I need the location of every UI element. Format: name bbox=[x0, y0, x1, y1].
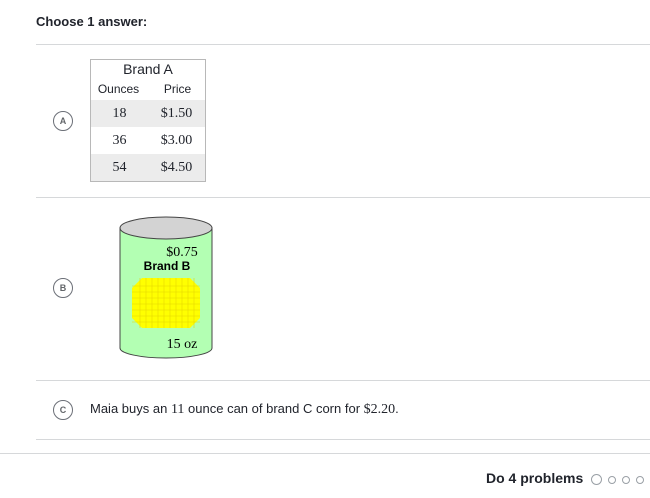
can-brand: Brand B bbox=[144, 259, 191, 273]
progress-dot-icon bbox=[636, 475, 644, 484]
choice-c-letter: C bbox=[59, 405, 67, 415]
choice-b-radio[interactable]: B bbox=[53, 278, 73, 298]
do-problems-label: Do 4 problems bbox=[486, 470, 584, 486]
answer-prompt: Choose 1 answer: bbox=[36, 14, 148, 29]
progress-dot-current-icon bbox=[591, 474, 602, 485]
table-cell: $4.50 bbox=[160, 159, 193, 175]
divider bbox=[36, 197, 650, 198]
brand-b-can-image: $0.75 Brand B 15 oz bbox=[119, 216, 213, 359]
progress-dots bbox=[591, 474, 644, 485]
choice-b-letter: B bbox=[59, 283, 67, 293]
table-caption: Brand A bbox=[123, 61, 173, 77]
can-price: $0.75 bbox=[166, 245, 198, 260]
choice-c-text-part: . bbox=[395, 401, 399, 416]
column-header-ounces: Ounces bbox=[97, 82, 140, 96]
table-header-row: Ounces Price bbox=[91, 78, 205, 100]
choice-c-ounces: 11 bbox=[170, 402, 185, 417]
table-cell: $1.50 bbox=[160, 105, 193, 121]
footer-divider bbox=[0, 453, 650, 454]
can-size: 15 oz bbox=[167, 337, 198, 352]
table-cell: 36 bbox=[112, 132, 127, 148]
choice-c-text: Maia buys an 11 ounce can of brand C cor… bbox=[90, 401, 399, 418]
table-row: 18 $1.50 bbox=[91, 100, 205, 127]
table-row: 36 $3.00 bbox=[91, 127, 205, 154]
table-cell: 18 bbox=[112, 105, 127, 121]
can-lid bbox=[119, 216, 213, 240]
table-cell: $3.00 bbox=[160, 132, 193, 148]
progress-dot-icon bbox=[608, 475, 616, 484]
choice-b[interactable]: B $0.75 Brand B 15 oz bbox=[36, 210, 650, 370]
divider bbox=[36, 380, 650, 381]
divider bbox=[36, 44, 650, 45]
choice-a[interactable]: A Brand A Ounces Price 18 $1.50 36 $3.00… bbox=[36, 59, 650, 183]
choice-c-price: $2.20 bbox=[363, 402, 396, 417]
table-row: 54 $4.50 bbox=[91, 154, 205, 181]
divider bbox=[36, 439, 650, 440]
progress-dot-icon bbox=[622, 475, 630, 484]
corn-kernels-icon bbox=[132, 278, 200, 328]
brand-a-table: Brand A Ounces Price 18 $1.50 36 $3.00 5… bbox=[90, 59, 206, 182]
choice-c-text-part: Maia buys an bbox=[90, 401, 171, 416]
choice-c-text-part: ounce can of brand C corn for bbox=[184, 401, 364, 416]
choice-c[interactable]: C Maia buys an 11 ounce can of brand C c… bbox=[36, 396, 650, 424]
table-cell: 54 bbox=[112, 159, 127, 175]
column-header-price: Price bbox=[163, 82, 192, 96]
choice-c-radio[interactable]: C bbox=[53, 400, 73, 420]
choice-a-radio[interactable]: A bbox=[53, 111, 73, 131]
choice-a-letter: A bbox=[59, 116, 67, 126]
